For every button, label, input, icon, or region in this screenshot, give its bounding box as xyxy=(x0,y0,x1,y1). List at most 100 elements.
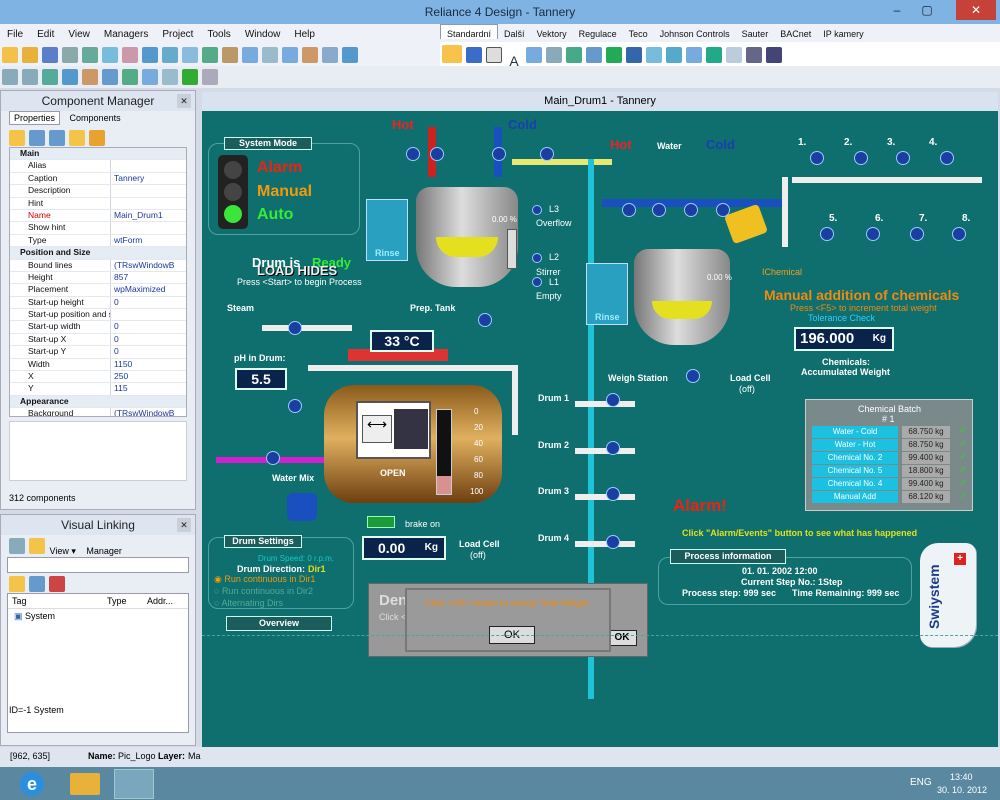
property-value[interactable]: 0 xyxy=(110,333,186,346)
property-value[interactable]: Main_Drum1 xyxy=(110,209,186,222)
property-row[interactable]: Show hint xyxy=(10,222,186,235)
sort-icon[interactable] xyxy=(9,130,25,146)
menu-edit[interactable]: Edit xyxy=(30,24,61,40)
window-icon[interactable] xyxy=(242,47,258,63)
property-value[interactable] xyxy=(110,222,186,234)
grid-icon[interactable] xyxy=(182,47,198,63)
manager-menu[interactable]: Manager xyxy=(86,546,122,556)
minimize-button[interactable]: – xyxy=(884,0,910,20)
property-row[interactable]: Bound lines (TRswWindowB xyxy=(10,259,186,272)
align-left-icon[interactable] xyxy=(2,69,18,85)
property-grid[interactable]: Main Alias Caption Tannery Description Hint Na… xyxy=(9,147,187,417)
property-row[interactable]: X 250 xyxy=(10,371,186,384)
label-icon[interactable] xyxy=(746,47,762,63)
filter-icon[interactable] xyxy=(29,130,45,146)
property-row[interactable]: Name Main_Drum1 xyxy=(10,209,186,223)
maximize-button[interactable]: ▢ xyxy=(914,0,940,20)
ok-button-back[interactable]: OK xyxy=(607,630,637,646)
expand-icon[interactable] xyxy=(49,130,65,146)
property-row[interactable]: Caption Tannery xyxy=(10,172,186,186)
property-row[interactable]: Height 857 xyxy=(10,271,186,285)
memo-icon[interactable] xyxy=(766,47,782,63)
col-addr[interactable]: Addr... xyxy=(147,596,173,606)
explorer-icon[interactable] xyxy=(70,773,100,795)
property-value[interactable]: Tannery xyxy=(110,172,186,185)
col-tag[interactable]: Tag xyxy=(12,596,107,606)
favorite-icon[interactable] xyxy=(69,130,85,146)
checkbox-icon[interactable] xyxy=(666,47,682,63)
tools-icon[interactable] xyxy=(302,47,318,63)
menu-window[interactable]: Window xyxy=(238,24,288,40)
language[interactable]: ENG xyxy=(910,777,932,788)
property-value[interactable]: 857 xyxy=(110,271,186,284)
menu-managers[interactable]: Managers xyxy=(97,24,155,40)
ie-icon[interactable]: e xyxy=(20,772,44,796)
overview-button[interactable]: Overview xyxy=(226,616,332,631)
tab-sauter[interactable]: Sauter xyxy=(736,25,775,39)
property-value[interactable]: 0 xyxy=(110,296,186,309)
property-value[interactable] xyxy=(110,197,186,209)
monitor-icon[interactable] xyxy=(342,47,358,63)
run-icon[interactable] xyxy=(182,69,198,85)
property-row[interactable]: Start-up X 0 xyxy=(10,333,186,347)
remove-link-icon[interactable] xyxy=(29,576,45,592)
tab-properties[interactable]: Properties xyxy=(9,111,61,125)
layers-icon[interactable] xyxy=(202,47,218,63)
options-icon[interactable] xyxy=(322,47,338,63)
cut-icon[interactable] xyxy=(82,47,98,63)
events-icon[interactable] xyxy=(89,130,105,146)
property-row[interactable]: Start-up position and s xyxy=(10,309,186,322)
tab-ip-kamery[interactable]: IP kamery xyxy=(817,25,869,39)
shape-icon[interactable] xyxy=(546,47,562,63)
redo-icon[interactable] xyxy=(162,47,178,63)
drum-door[interactable]: ⟷ xyxy=(356,401,431,459)
property-value[interactable]: 0 xyxy=(110,346,186,358)
property-value[interactable]: (TRswWindowB xyxy=(110,408,186,416)
property-row[interactable]: Start-up Y 0 xyxy=(10,346,186,359)
tag-filter-combo[interactable] xyxy=(7,557,189,573)
property-value[interactable]: wpMaximized xyxy=(110,284,186,296)
lock-icon[interactable] xyxy=(162,69,178,85)
radio-dir1[interactable]: ◉ Run continuous in Dir1 xyxy=(214,574,315,585)
property-value[interactable] xyxy=(168,247,186,259)
menu-tools[interactable]: Tools xyxy=(200,24,237,40)
property-value[interactable] xyxy=(110,185,186,197)
property-row[interactable]: Type wtForm xyxy=(10,234,186,248)
close-icon[interactable]: ✕ xyxy=(177,518,191,532)
property-value[interactable]: 0 xyxy=(110,321,186,333)
gauge-icon[interactable] xyxy=(606,47,622,63)
align-right-icon[interactable] xyxy=(22,69,38,85)
property-value[interactable] xyxy=(168,395,186,408)
tab-teco[interactable]: Teco xyxy=(623,25,654,39)
rinse-button-1[interactable]: Rinse xyxy=(366,199,408,261)
print-icon[interactable] xyxy=(62,47,78,63)
view-menu[interactable]: View xyxy=(50,546,69,556)
tab-johnson[interactable]: Johnson Controls xyxy=(654,25,736,39)
tab-components[interactable]: Components xyxy=(66,112,125,124)
property-row[interactable]: Placement wpMaximized xyxy=(10,284,186,297)
close-button[interactable]: ✕ xyxy=(956,0,996,20)
copy-icon[interactable] xyxy=(102,47,118,63)
property-row[interactable]: Description xyxy=(10,185,186,198)
add-link-icon[interactable] xyxy=(9,576,25,592)
send-back-icon[interactable] xyxy=(102,69,118,85)
tag-icon[interactable] xyxy=(626,47,642,63)
property-value[interactable]: 115 xyxy=(110,383,186,395)
step-icon[interactable] xyxy=(202,69,218,85)
ungroup-icon[interactable] xyxy=(142,69,158,85)
menu-view[interactable]: View xyxy=(61,24,97,40)
close-icon[interactable]: ✕ xyxy=(177,94,191,108)
property-row[interactable]: Start-up width 0 xyxy=(10,321,186,334)
undo-icon[interactable] xyxy=(142,47,158,63)
tab-bacnet[interactable]: BACnet xyxy=(774,25,817,39)
property-value[interactable] xyxy=(168,148,186,160)
chart-icon[interactable] xyxy=(222,47,238,63)
open-icon[interactable] xyxy=(22,47,38,63)
menu-project[interactable]: Project xyxy=(155,24,200,40)
property-row[interactable]: Hint xyxy=(10,197,186,210)
property-row[interactable]: Y 115 xyxy=(10,383,186,396)
menu-help[interactable]: Help xyxy=(287,24,322,40)
tab-vektory[interactable]: Vektory xyxy=(531,25,573,39)
group-icon[interactable] xyxy=(122,69,138,85)
property-row[interactable]: Start-up height 0 xyxy=(10,296,186,310)
